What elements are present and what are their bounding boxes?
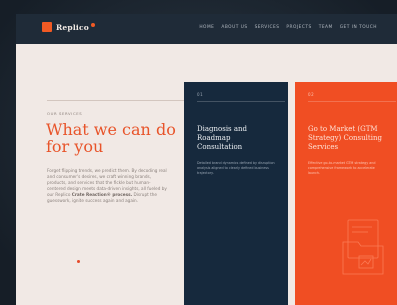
- card-description: Detailed brand dynamics defined by disru…: [197, 161, 275, 175]
- site-logo[interactable]: Replico: [42, 22, 95, 32]
- card-number: 02: [308, 92, 315, 97]
- card-divider: [308, 101, 396, 102]
- service-card-diagnosis[interactable]: 01 Diagnosis and Roadmap Consultation De…: [184, 82, 288, 305]
- section-divider: [47, 100, 197, 101]
- logo-mark-icon: [42, 22, 52, 32]
- card-number: 01: [197, 92, 204, 97]
- nav-team[interactable]: Team: [319, 25, 333, 30]
- card-divider: [197, 101, 285, 102]
- card-title: Go to Market (GTM Strategy) Consulting S…: [308, 125, 382, 151]
- main-nav: Home About Us Services Projects Team Get…: [199, 25, 377, 30]
- logo-dot-icon: [90, 22, 95, 27]
- nav-home[interactable]: Home: [199, 25, 214, 30]
- card-title: Diagnosis and Roadmap Consultation: [197, 125, 248, 151]
- nav-about-us[interactable]: About Us: [221, 25, 247, 30]
- decor-dot: [77, 260, 80, 263]
- nav-projects[interactable]: Projects: [286, 25, 311, 30]
- logo-text: Replico: [56, 22, 89, 32]
- body-highlight: Crate Reaction® process.: [71, 191, 133, 197]
- service-card-gtm[interactable]: 02 Go to Market (GTM Strategy) Consultin…: [295, 82, 397, 305]
- site-header: Replico Home About Us Services Projects …: [16, 14, 397, 44]
- webpage: Replico Home About Us Services Projects …: [16, 14, 397, 305]
- nav-services[interactable]: Services: [255, 25, 280, 30]
- section-eyebrow: Our Services: [47, 111, 83, 116]
- folder-chart-icon: [342, 219, 384, 275]
- section-headline: What we can do for you: [46, 120, 176, 156]
- card-description: Effective go-to-market GTM strategy and …: [308, 161, 376, 175]
- nav-get-in-touch[interactable]: Get in Touch: [340, 25, 377, 30]
- section-body: Forget flipping trends, we predict them.…: [47, 168, 169, 203]
